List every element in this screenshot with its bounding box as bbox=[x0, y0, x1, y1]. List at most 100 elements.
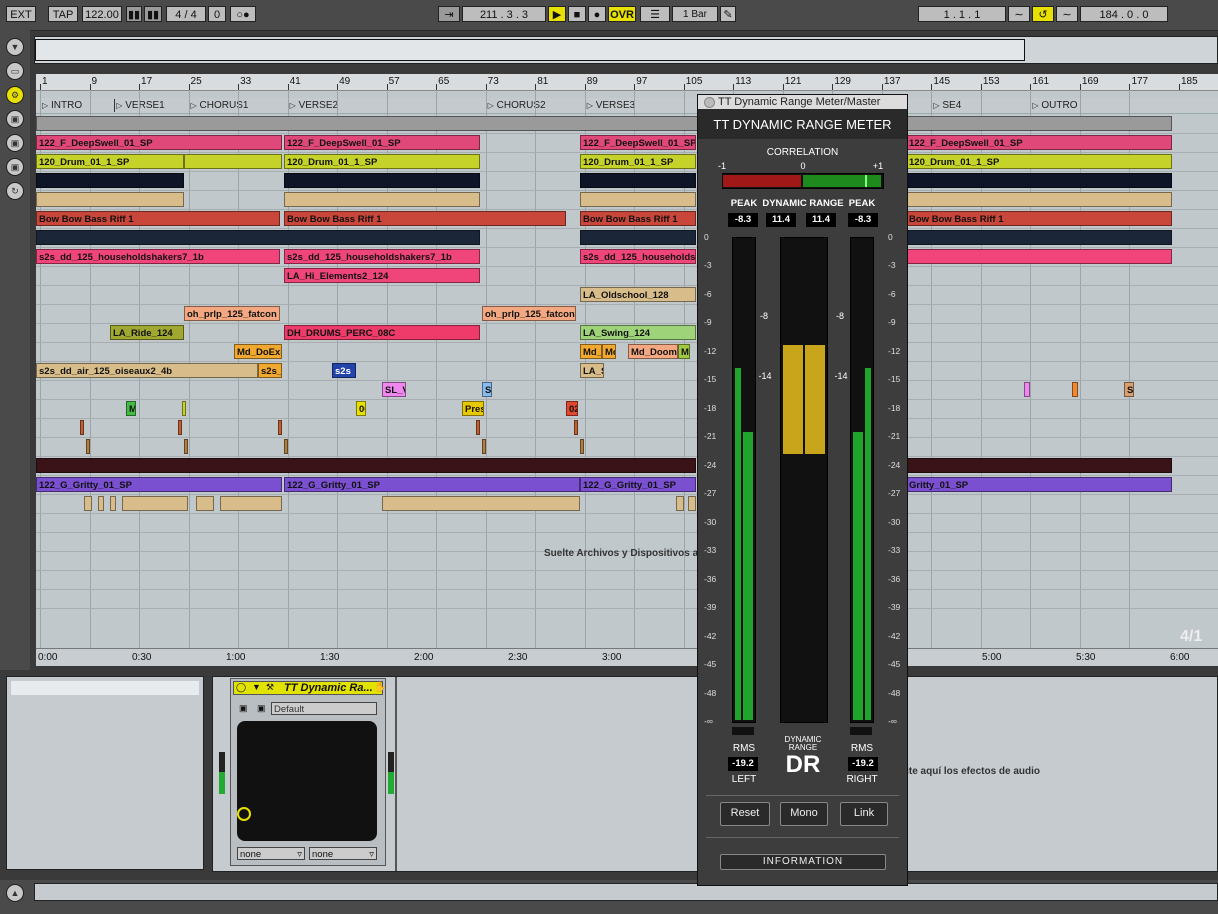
clip[interactable] bbox=[676, 496, 684, 511]
clip[interactable] bbox=[906, 192, 1172, 207]
clip[interactable]: s2s_dd_125_householdshakers7_1b bbox=[36, 249, 280, 264]
clip[interactable] bbox=[1072, 382, 1078, 397]
clip[interactable]: s2s_dd_125_householdshakers7_1b bbox=[284, 249, 480, 264]
track-lane[interactable] bbox=[36, 381, 1218, 400]
clip[interactable] bbox=[182, 401, 186, 416]
device-hand-icon[interactable]: ✋ bbox=[374, 682, 386, 693]
clip[interactable] bbox=[278, 420, 282, 435]
clip[interactable]: Bow Bow Bass Riff 1 bbox=[36, 211, 280, 226]
time-ruler[interactable]: 0:00 0:30 1:00 1:30 2:00 2:30 3:00 5:00 5:30 6:00 bbox=[36, 648, 1218, 666]
track-lane[interactable] bbox=[36, 419, 1218, 438]
collapse-icon[interactable]: ▼ bbox=[6, 38, 24, 56]
clip[interactable]: s2s_dd_125_householdsh bbox=[580, 249, 696, 264]
device-wrench-icon[interactable]: ⚒ bbox=[266, 682, 274, 693]
clip[interactable]: Bow Bow Bass Riff 1 bbox=[284, 211, 566, 226]
clip[interactable]: 00 bbox=[356, 401, 366, 416]
loop-length-field[interactable]: 184 . 0 . 0 bbox=[1080, 6, 1168, 22]
information-button[interactable]: INFORMATION bbox=[720, 854, 886, 870]
arrangement-overview[interactable] bbox=[34, 36, 1218, 64]
stop-icon[interactable]: ■ bbox=[568, 6, 586, 22]
clip[interactable]: LA_Oldschool_128 bbox=[580, 287, 696, 302]
punch-in-icon[interactable]: ∼ bbox=[1008, 6, 1030, 22]
track-lane[interactable] bbox=[36, 514, 1218, 533]
track-lane[interactable] bbox=[36, 571, 1218, 590]
clip[interactable]: M bbox=[126, 401, 136, 416]
clip[interactable] bbox=[688, 496, 696, 511]
preset-field[interactable]: Default bbox=[271, 702, 377, 715]
clip[interactable]: 120_Drum_01_1_SP bbox=[284, 154, 480, 169]
menu-icon[interactable]: ☰ bbox=[640, 6, 670, 22]
clip[interactable]: LA_S bbox=[580, 363, 604, 378]
clip[interactable]: 122_F_DeepSwell_01_SP bbox=[284, 135, 480, 150]
clip[interactable]: 122_G_Gritty_01_SP bbox=[36, 477, 282, 492]
clip[interactable]: SL bbox=[482, 382, 492, 397]
pencil-icon[interactable]: ✎ bbox=[720, 6, 736, 22]
hot-swap-icon[interactable]: ▣ bbox=[257, 703, 266, 714]
play-icon[interactable]: ▶ bbox=[548, 6, 566, 22]
clip[interactable] bbox=[98, 496, 104, 511]
clip[interactable] bbox=[196, 496, 214, 511]
clip[interactable] bbox=[84, 496, 92, 511]
clip[interactable] bbox=[580, 439, 584, 454]
clip[interactable]: 122_F_DeepSwell_01_SP bbox=[580, 135, 696, 150]
clip[interactable] bbox=[184, 154, 282, 169]
clip[interactable]: Bow Bow Bass Riff 1 bbox=[580, 211, 696, 226]
time-signature[interactable]: 4 / 4 bbox=[166, 6, 206, 22]
clip[interactable] bbox=[284, 173, 480, 188]
arrangement-view[interactable]: 1 9 17 25 33 41 49 57 65 73 81 89 97 105 113 121 129 137 1… bbox=[36, 74, 1218, 666]
clip[interactable] bbox=[178, 420, 182, 435]
track-lane[interactable] bbox=[36, 438, 1218, 457]
plugin-title-bar[interactable]: TT Dynamic Range Meter/Master bbox=[698, 95, 907, 109]
overview-selection[interactable] bbox=[35, 39, 1025, 61]
track-lanes[interactable]: 122_F_DeepSwell_01_SP 122_F_DeepSwell_01_… bbox=[36, 74, 1218, 666]
clip[interactable]: Bow Bow Bass Riff 1 bbox=[906, 211, 1172, 226]
clip[interactable] bbox=[36, 192, 184, 207]
folder-icon-2[interactable]: ▣ bbox=[6, 158, 24, 176]
clip[interactable] bbox=[122, 496, 188, 511]
ext-sync-button[interactable]: EXT bbox=[6, 6, 36, 22]
dynamic-range-meter-window[interactable]: TT Dynamic Range Meter/Master TT DYNAMIC… bbox=[697, 94, 908, 886]
clip[interactable] bbox=[36, 173, 184, 188]
tap-tempo-button[interactable]: TAP bbox=[48, 6, 78, 22]
clip[interactable]: 120_Drum_01_1_SP bbox=[36, 154, 184, 169]
song-position-field[interactable]: 211 . 3 . 3 bbox=[462, 6, 546, 22]
clip[interactable] bbox=[220, 496, 282, 511]
clip[interactable]: Md_ bbox=[580, 344, 602, 359]
track-lane[interactable] bbox=[36, 590, 1218, 609]
expand-icon[interactable]: ▲ bbox=[6, 884, 24, 902]
clip[interactable] bbox=[906, 173, 1172, 188]
clip[interactable]: LA_Hi_Elements2_124 bbox=[284, 268, 480, 283]
clip[interactable] bbox=[284, 192, 480, 207]
xy-handle[interactable] bbox=[237, 807, 251, 821]
clip[interactable]: 122_G_Gritty_01_SP bbox=[580, 477, 696, 492]
xy-pad[interactable] bbox=[237, 721, 377, 841]
overview-toggle-icon[interactable]: ▭ bbox=[6, 62, 24, 80]
clip[interactable] bbox=[1024, 382, 1030, 397]
loop-start-field[interactable]: 1 . 1 . 1 bbox=[918, 6, 1006, 22]
clip[interactable] bbox=[906, 230, 1172, 245]
clip[interactable] bbox=[476, 420, 480, 435]
track-lane[interactable] bbox=[36, 343, 1218, 362]
nudge-down-icon[interactable]: ▮▮ bbox=[126, 6, 142, 22]
clip[interactable] bbox=[36, 116, 1172, 131]
clip[interactable]: DH_DRUMS_PERC_08C bbox=[284, 325, 480, 340]
clip[interactable] bbox=[80, 420, 84, 435]
samples-icon[interactable]: ▣ bbox=[6, 110, 24, 128]
clip[interactable] bbox=[482, 439, 486, 454]
refresh-icon[interactable]: ↻ bbox=[6, 182, 24, 200]
clip[interactable] bbox=[574, 420, 578, 435]
clip[interactable]: 122_G_Gritty_01_SP bbox=[284, 477, 580, 492]
quantize-dropdown[interactable]: 1 Bar bbox=[672, 6, 718, 22]
follow-icon[interactable]: ⇥ bbox=[438, 6, 460, 22]
device-title-bar[interactable]: ◯ ▼ ⚒ TT Dynamic Ra... ✋ bbox=[233, 681, 386, 695]
clip[interactable]: Pres bbox=[462, 401, 484, 416]
clip[interactable]: LA_Swing_124 bbox=[580, 325, 696, 340]
clip[interactable]: Gritty_01_SP bbox=[906, 477, 1172, 492]
metronome-count[interactable]: 0 bbox=[208, 6, 226, 22]
track-lane[interactable] bbox=[36, 267, 1218, 286]
clip[interactable] bbox=[906, 458, 1172, 473]
clip[interactable]: 122_F_DeepSwell_01_SP bbox=[36, 135, 282, 150]
clip[interactable]: oh_prlp_125_fatcon bbox=[184, 306, 280, 321]
mono-button[interactable]: Mono bbox=[780, 802, 828, 826]
clip[interactable]: S bbox=[1124, 382, 1134, 397]
